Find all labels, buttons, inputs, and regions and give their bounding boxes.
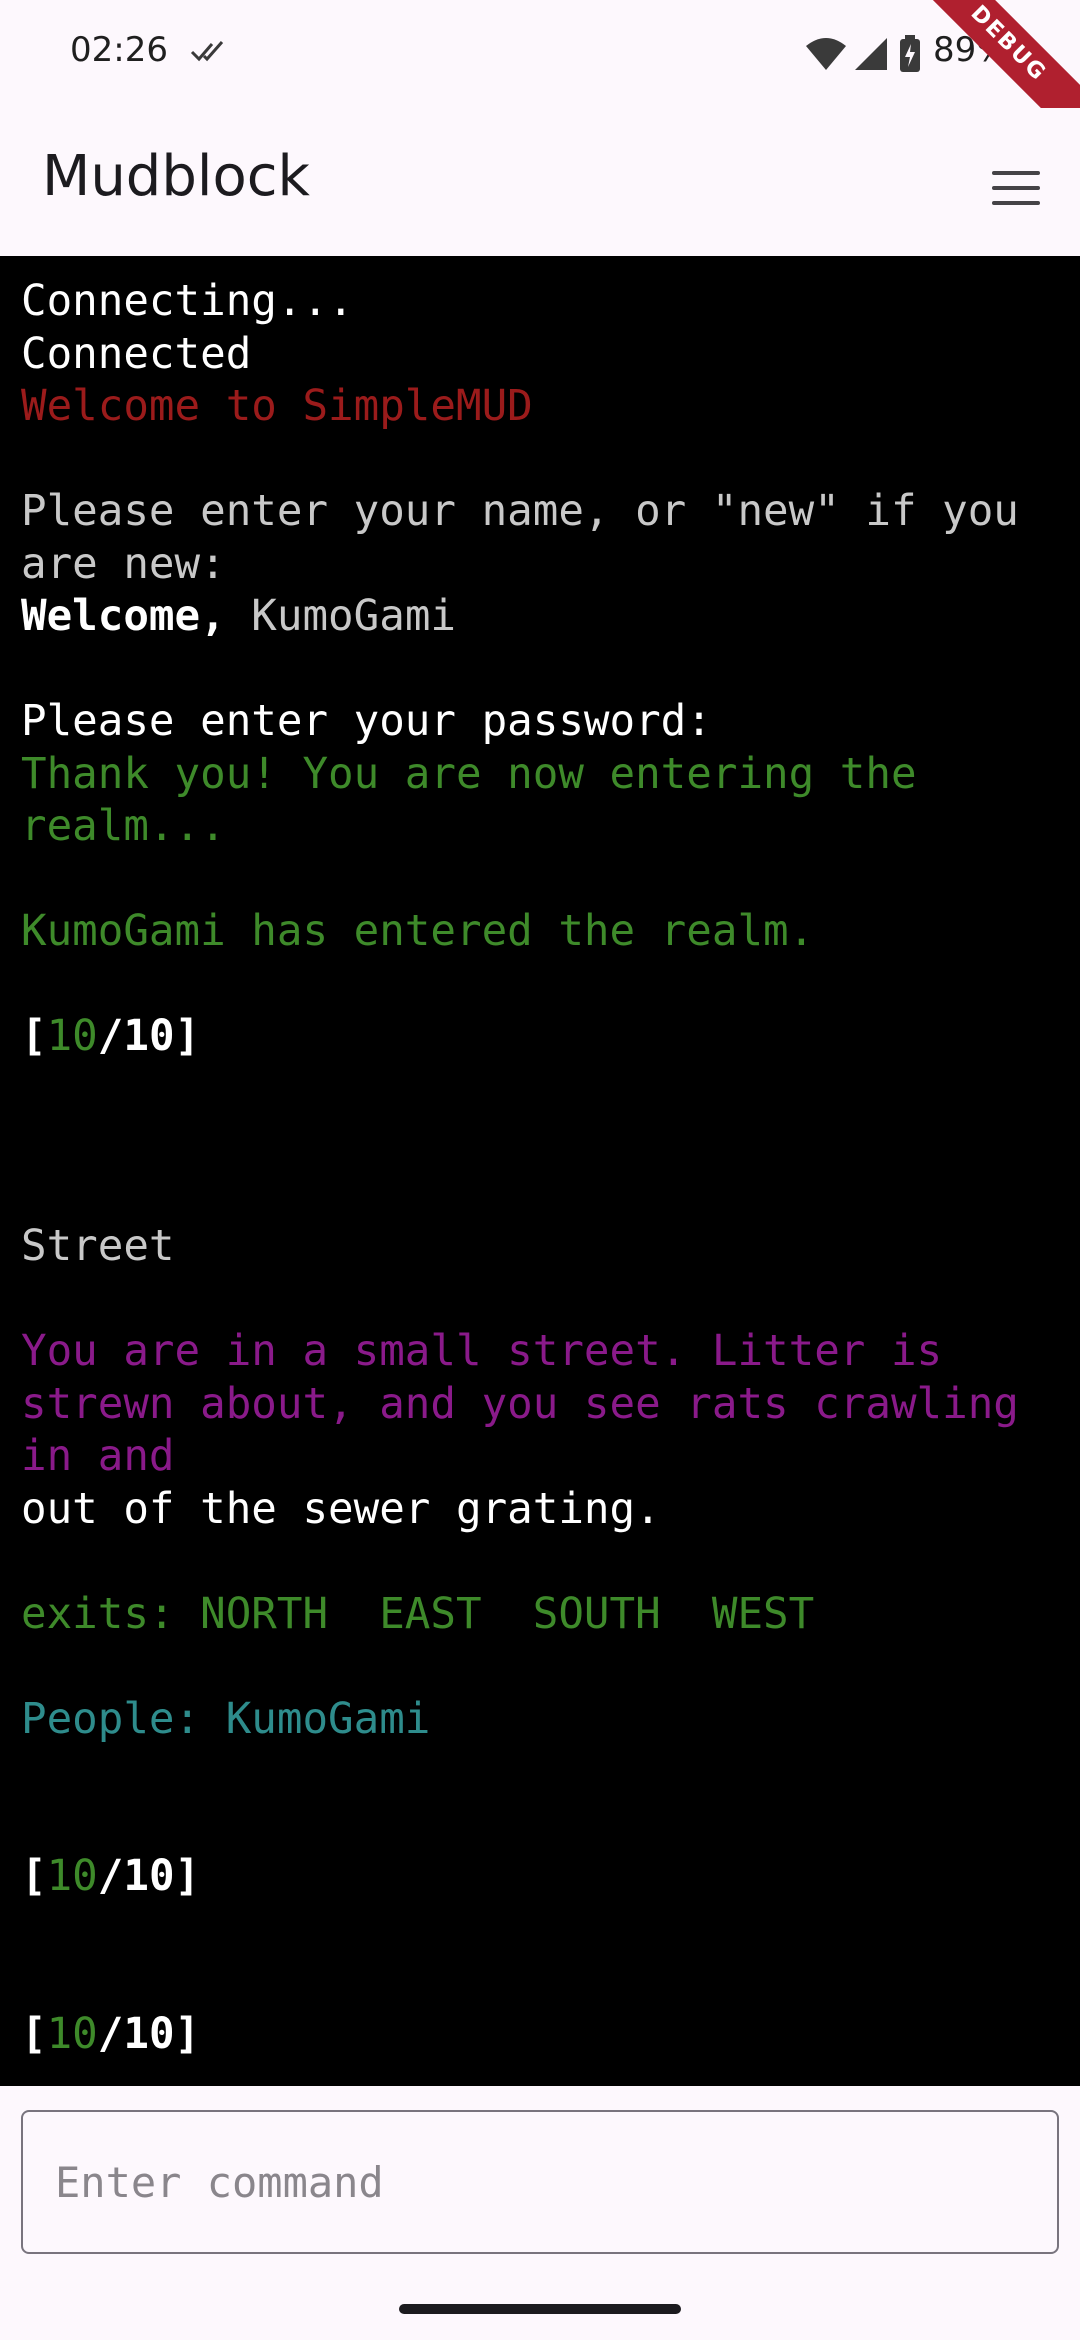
terminal-segment: 10 bbox=[46, 1012, 98, 1061]
terminal-line: [10/10] bbox=[21, 1011, 1061, 1064]
terminal-line: out of the sewer grating. bbox=[21, 1484, 1061, 1537]
status-time: 02:26 bbox=[70, 30, 168, 70]
terminal-segment: [ bbox=[21, 2009, 47, 2059]
terminal-segment: /10] bbox=[97, 1012, 201, 1061]
terminal-line: You are in a small street. Litter is str… bbox=[21, 1326, 1061, 1484]
terminal-segment: Connecting... bbox=[21, 277, 354, 326]
terminal-segment: Welcome to SimpleMUD bbox=[21, 382, 533, 431]
status-icons bbox=[805, 32, 921, 76]
terminal-segment: Please enter your name, or "new" if you … bbox=[21, 487, 1045, 589]
terminal-line: Connected bbox=[21, 329, 1061, 382]
app-title: Mudblock bbox=[42, 144, 310, 209]
hamburger-menu-icon bbox=[992, 171, 1040, 205]
terminal-line: Please enter your name, or "new" if you … bbox=[21, 486, 1061, 591]
terminal-segment: 10 bbox=[46, 1852, 98, 1901]
terminal-segment: /10] bbox=[97, 1852, 201, 1901]
command-input[interactable] bbox=[21, 2110, 1059, 2254]
menu-button[interactable] bbox=[980, 152, 1052, 224]
terminal-line: Street bbox=[21, 1221, 1061, 1274]
navigation-bar bbox=[0, 2276, 1080, 2340]
terminal-text: Connecting... Connected Welcome to SimpleM… bbox=[21, 276, 1061, 2061]
wifi-icon bbox=[806, 38, 846, 70]
terminal-segment: Please enter your password: bbox=[21, 697, 712, 746]
terminal-segment: Welcome, bbox=[21, 592, 252, 641]
terminal-line: KumoGami has entered the realm. bbox=[21, 906, 1061, 959]
terminal-segment: KumoGami has entered the realm. bbox=[21, 907, 815, 956]
terminal-line: Connecting... bbox=[21, 276, 1061, 329]
terminal-segment: KumoGami bbox=[251, 592, 456, 641]
terminal-segment: out of the sewer grating. bbox=[21, 1484, 661, 1534]
home-indicator[interactable] bbox=[399, 2304, 681, 2314]
terminal-segment: Street bbox=[21, 1222, 175, 1271]
terminal-segment: You are in a small street. Litter is str… bbox=[21, 1327, 1045, 1481]
terminal-line: exits: NORTH EAST SOUTH WEST bbox=[21, 1589, 1061, 1642]
terminal-segment: /10] bbox=[97, 2009, 201, 2059]
terminal-line: Welcome, KumoGami bbox=[21, 591, 1061, 644]
terminal-line: [10/10] bbox=[21, 2009, 1061, 2062]
terminal-segment: People: KumoGami bbox=[21, 1694, 431, 1744]
terminal-segment: [ bbox=[21, 1852, 47, 1901]
terminal-segment: exits: NORTH EAST SOUTH WEST bbox=[21, 1589, 815, 1639]
status-bar: 02:26 89% DEBUG bbox=[0, 0, 1080, 152]
double-check-icon bbox=[190, 41, 224, 62]
terminal-line: Please enter your password: bbox=[21, 696, 1061, 749]
terminal-segment: Connected bbox=[21, 329, 252, 379]
app-bar: Mudblock bbox=[0, 108, 1080, 256]
terminal-line: Thank you! You are now entering the real… bbox=[21, 749, 1061, 854]
battery-charging-icon bbox=[900, 35, 920, 72]
input-area bbox=[0, 2086, 1080, 2276]
terminal-segment: Thank you! You are now entering the real… bbox=[21, 749, 943, 852]
terminal-segment: [ bbox=[21, 1012, 47, 1061]
terminal-line: Welcome to SimpleMUD bbox=[21, 381, 1061, 434]
terminal-segment: 10 bbox=[46, 2009, 98, 2059]
terminal-line: [10/10] bbox=[21, 1851, 1061, 1904]
terminal-line: People: KumoGami bbox=[21, 1694, 1061, 1747]
cell-signal-icon bbox=[855, 38, 887, 70]
terminal-output[interactable]: Connecting... Connected Welcome to SimpleM… bbox=[0, 256, 1080, 2086]
